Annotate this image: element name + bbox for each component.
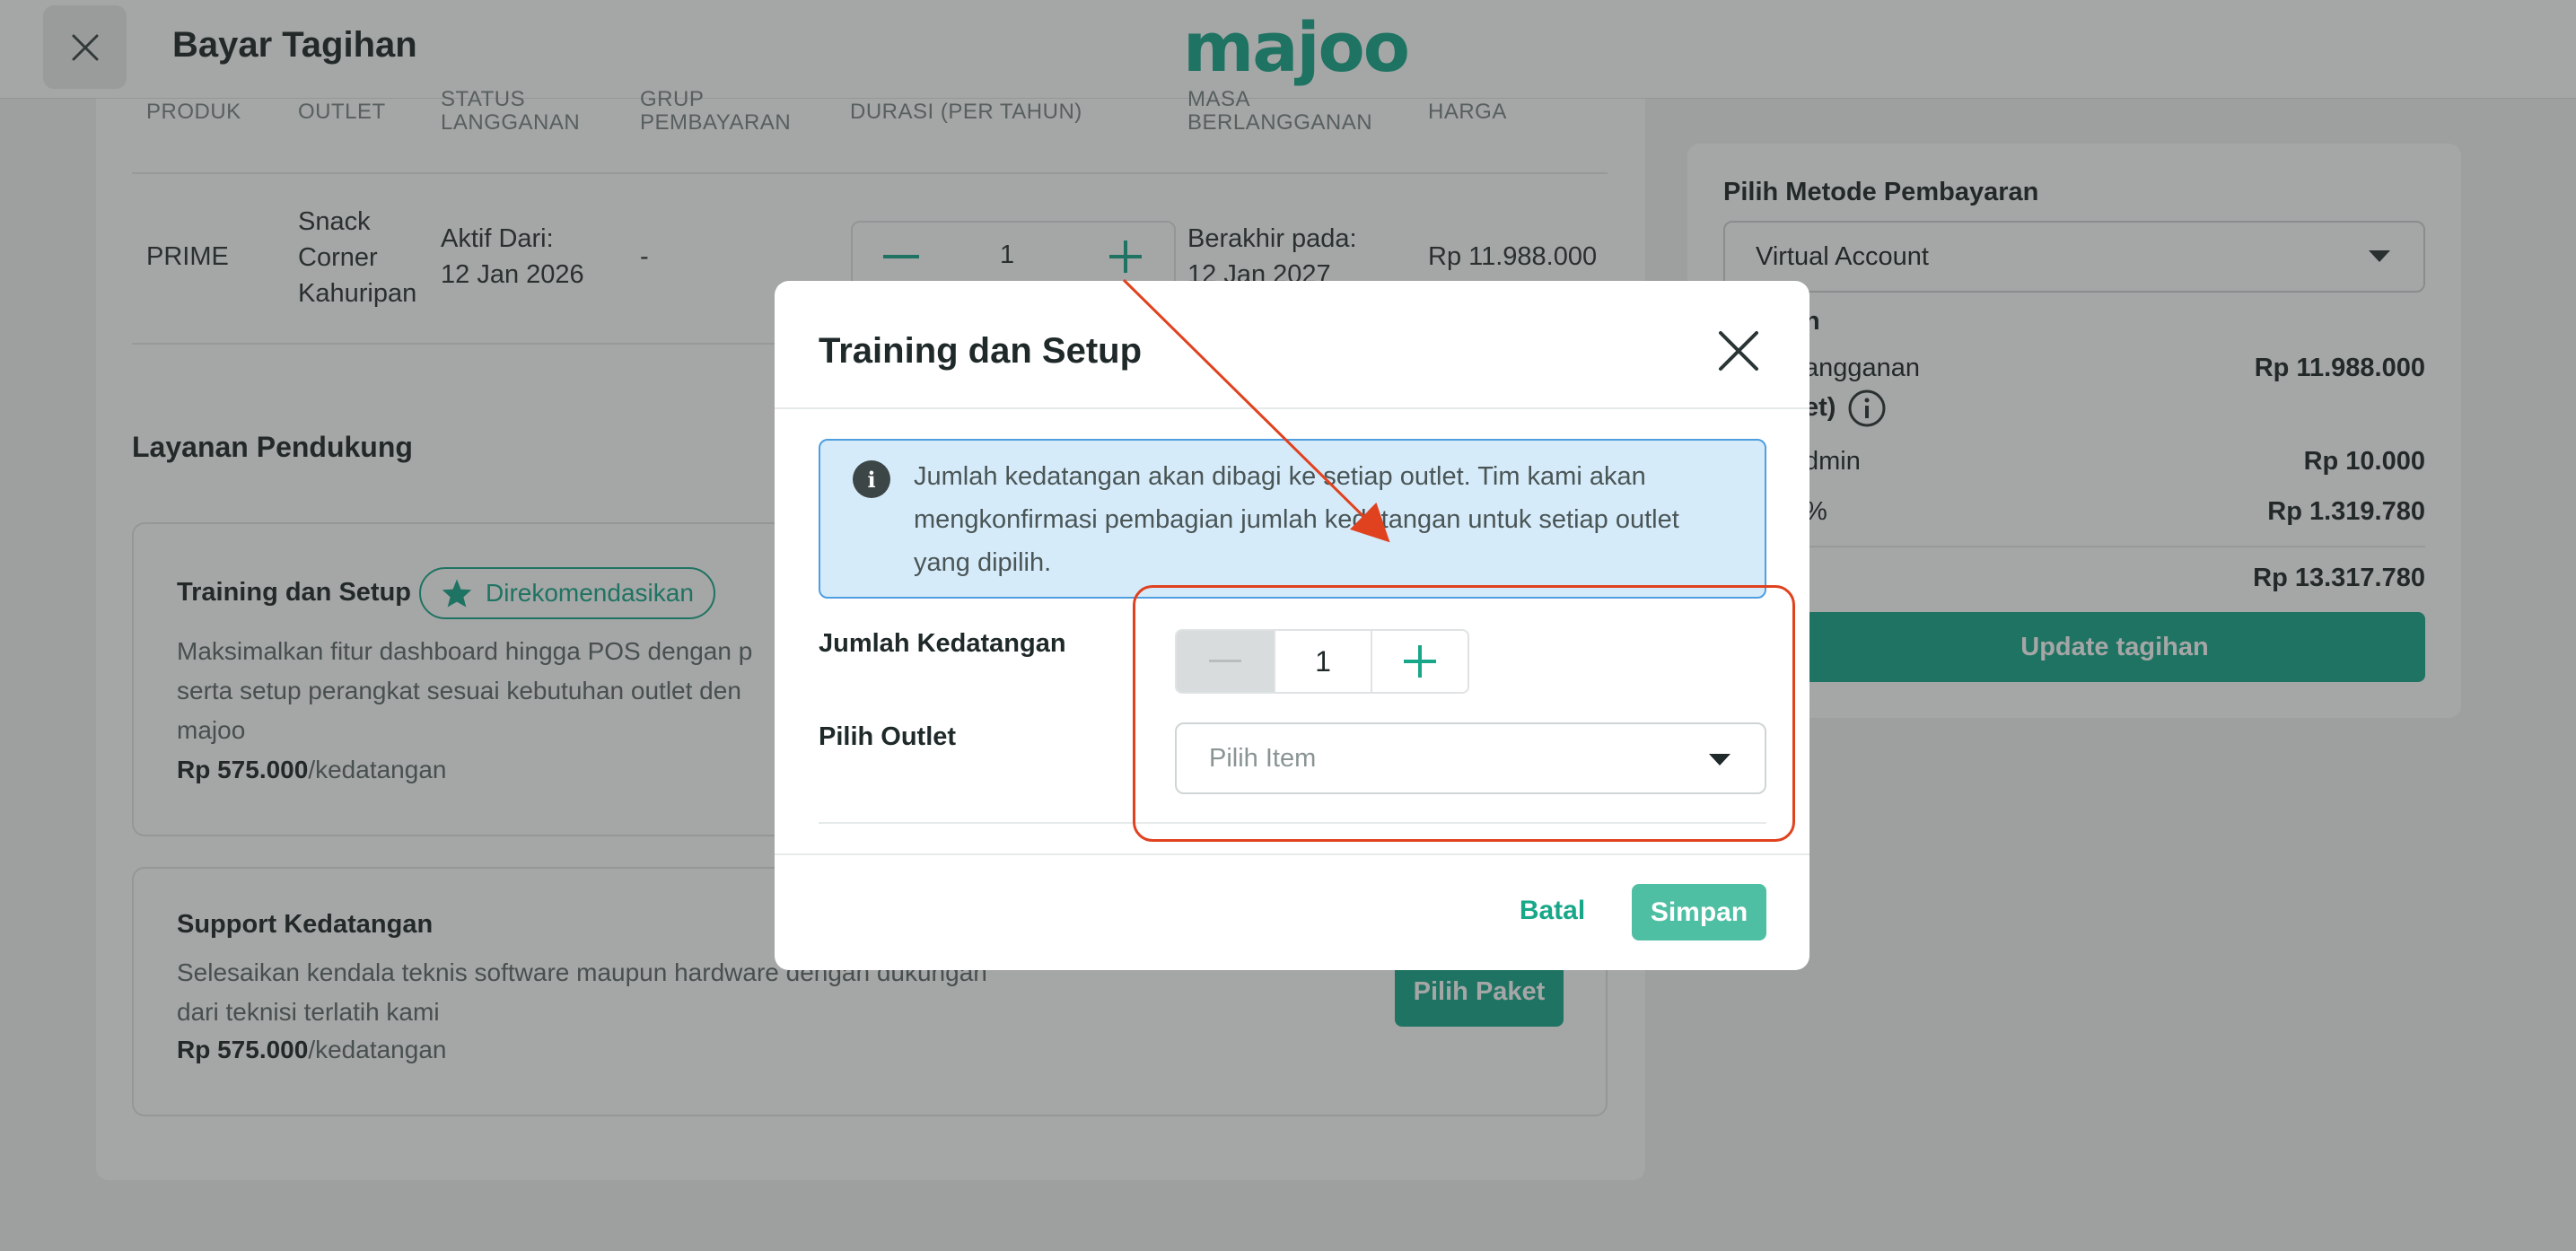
annotation-arrow [1122, 278, 1390, 543]
